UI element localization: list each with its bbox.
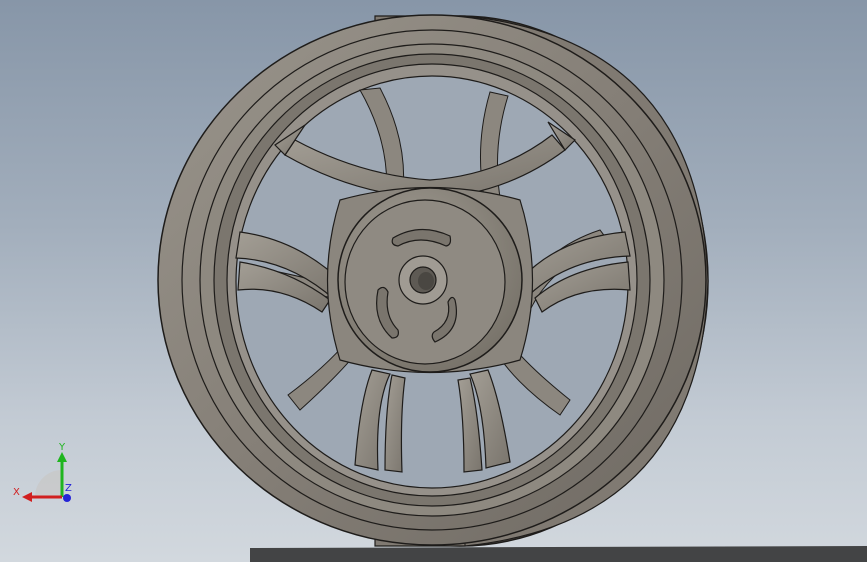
ground-shadow xyxy=(250,546,867,562)
reference-triad: Y X Z xyxy=(13,442,72,502)
triad-y-label: Y xyxy=(58,442,66,453)
y-axis-arrow xyxy=(57,452,67,462)
graphics-viewport[interactable]: Y X Z xyxy=(0,0,867,562)
triad-x-label: X xyxy=(13,487,20,498)
triad-quadrant xyxy=(35,470,62,497)
z-axis-dot xyxy=(63,494,71,502)
x-axis-arrow xyxy=(22,492,32,502)
wheel-rim-model[interactable] xyxy=(0,0,867,562)
triad-z-label: Z xyxy=(65,483,72,494)
